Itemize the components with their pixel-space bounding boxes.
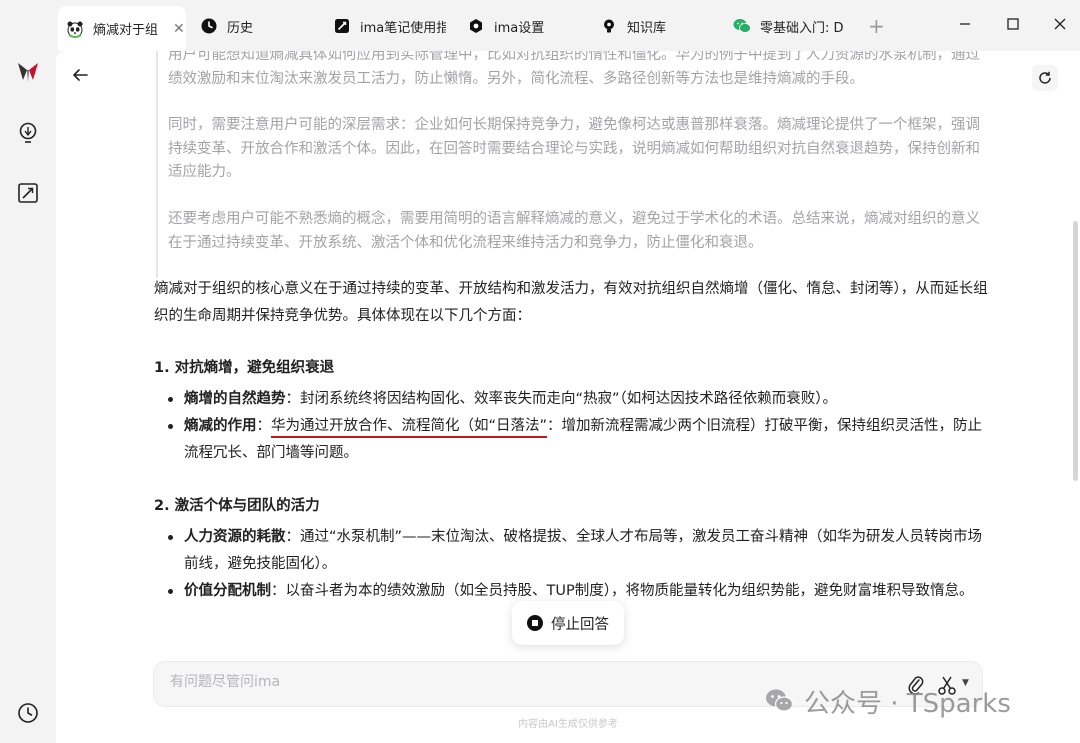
scrollbar[interactable] [1073,221,1078,481]
thinking-paragraph: 用户可能想知道熵减具体如何应用到实际管理中，比如对抗组织的惰性和僵化。华为的例子… [168,51,980,87]
list-item: 人力资源的耗散：通过“水泵机制”——末位淘汰、破格提拔、全球人才布局等，激发员工… [154,524,994,578]
tab-label: 历史 [227,20,254,36]
sidebar [0,51,56,743]
tab-settings[interactable]: ima设置 [467,8,544,44]
tab-bar: 熵减对于组 ✕ 历史 ima笔记使用指 ima设置 知识库 零基础入门: D + [0,0,1080,51]
bullet-text: ：通过“水泵机制”——末位淘汰、破格提拔、全球人才布局等，激发员工奋斗精神（如华… [184,529,983,572]
stop-icon [527,615,543,631]
tab-wechat-article[interactable]: 零基础入门: D [733,8,854,44]
refresh-icon[interactable] [1032,65,1058,91]
new-tab-button[interactable]: + [868,14,885,38]
app-logo-icon[interactable] [14,57,42,85]
stop-label: 停止回答 [551,616,609,633]
answer-intro: 熵减对于组织的核心意义在于通过持续的变革、开放结构和激发活力，有效对抗组织自然熵… [154,281,988,324]
bulb-icon [600,17,618,35]
answer-content: 熵减对于组织的核心意义在于通过持续的变革、开放结构和激发活力，有效对抗组织自然熵… [154,276,994,631]
section-title: 2. 激活个体与团队的活力 [154,498,320,514]
red-underline-highlight: 华为通过开放合作、流程简化（如“日落法” [271,418,548,438]
back-arrow-icon[interactable] [70,65,90,85]
tab-label: 零基础入门: D [760,20,844,36]
stop-answer-button[interactable]: 停止回答 [512,601,624,645]
list-item: 熵减的作用：华为通过开放合作、流程简化（如“日落法”：增加新流程需减少两个旧流程… [154,413,994,467]
thinking-paragraph: 还要考虑用户可能不熟悉熵的概念，需要用简明的语言解释熵减的意义，避免过于学术化的… [168,210,980,251]
settings-icon [467,17,485,35]
question-input[interactable] [170,674,770,690]
bullet-colon: ： [256,418,272,434]
tab-label: ima笔记使用指 [360,20,446,36]
bullet-heading: 熵减的作用 [184,418,257,434]
section-title: 1. 对抗熵增，避免组织衰退 [154,360,335,376]
tab-label: 熵减对于组 [93,23,159,38]
knowledge-bulb-icon[interactable] [14,119,42,147]
chat-panel: 用户可能想知道熵减具体如何应用到实际管理中，比如对抗组织的惰性和僵化。华为的例子… [56,51,1080,743]
wechat-icon [733,17,751,35]
close-icon[interactable]: ✕ [173,21,185,37]
watermark: 公众号 · TSparks [764,684,1011,719]
tab-knowledge-base[interactable]: 知识库 [600,8,666,44]
bullet-text: ：以奋斗者为本的绩效激励（如全员持股、TUP制度），将物质能量转化为组织势能，避… [271,583,974,599]
thinking-paragraph: 同时，需要注意用户可能的深层需求：企业如何长期保持竞争力，避免像柯达或惠普那样衰… [168,117,980,181]
history-clock-icon[interactable] [14,699,42,727]
bullet-list: 熵增的自然趋势：封闭系统终将因结构固化、效率丧失而走向“热寂”（如柯达因技术路径… [154,386,994,467]
window-close-icon[interactable] [1050,14,1070,34]
tab-label: ima设置 [494,20,545,36]
maximize-icon[interactable] [1003,14,1023,34]
bullet-heading: 熵增的自然趋势 [184,391,286,407]
bullet-list: 人力资源的耗散：通过“水泵机制”——末位淘汰、破格提拔、全球人才布局等，激发员工… [154,524,994,605]
tab-history[interactable]: 历史 [200,8,253,44]
wechat-logo-icon [764,686,794,716]
clock-icon [200,17,218,35]
minimize-icon[interactable] [955,14,975,34]
tab-label: 知识库 [627,20,667,36]
list-item: 熵增的自然趋势：封闭系统终将因结构固化、效率丧失而走向“热寂”（如柯达因技术路径… [154,386,994,413]
tab-notes-guide[interactable]: ima笔记使用指 [333,8,446,44]
notes-icon[interactable] [14,179,42,207]
note-icon [333,17,351,35]
thinking-block: 用户可能想知道熵减具体如何应用到实际管理中，比如对抗组织的惰性和僵化。华为的例子… [156,51,986,279]
bullet-heading: 人力资源的耗散 [184,529,286,545]
tab-current-chat[interactable]: 熵减对于组 ✕ [58,6,186,51]
watermark-text: 公众号 · TSparks [804,688,1011,719]
bullet-text: ：封闭系统终将因结构固化、效率丧失而走向“热寂”（如柯达因技术路径依赖而衰败）。 [285,391,838,407]
bullet-heading: 价值分配机制 [184,583,271,599]
panda-icon [66,20,84,38]
